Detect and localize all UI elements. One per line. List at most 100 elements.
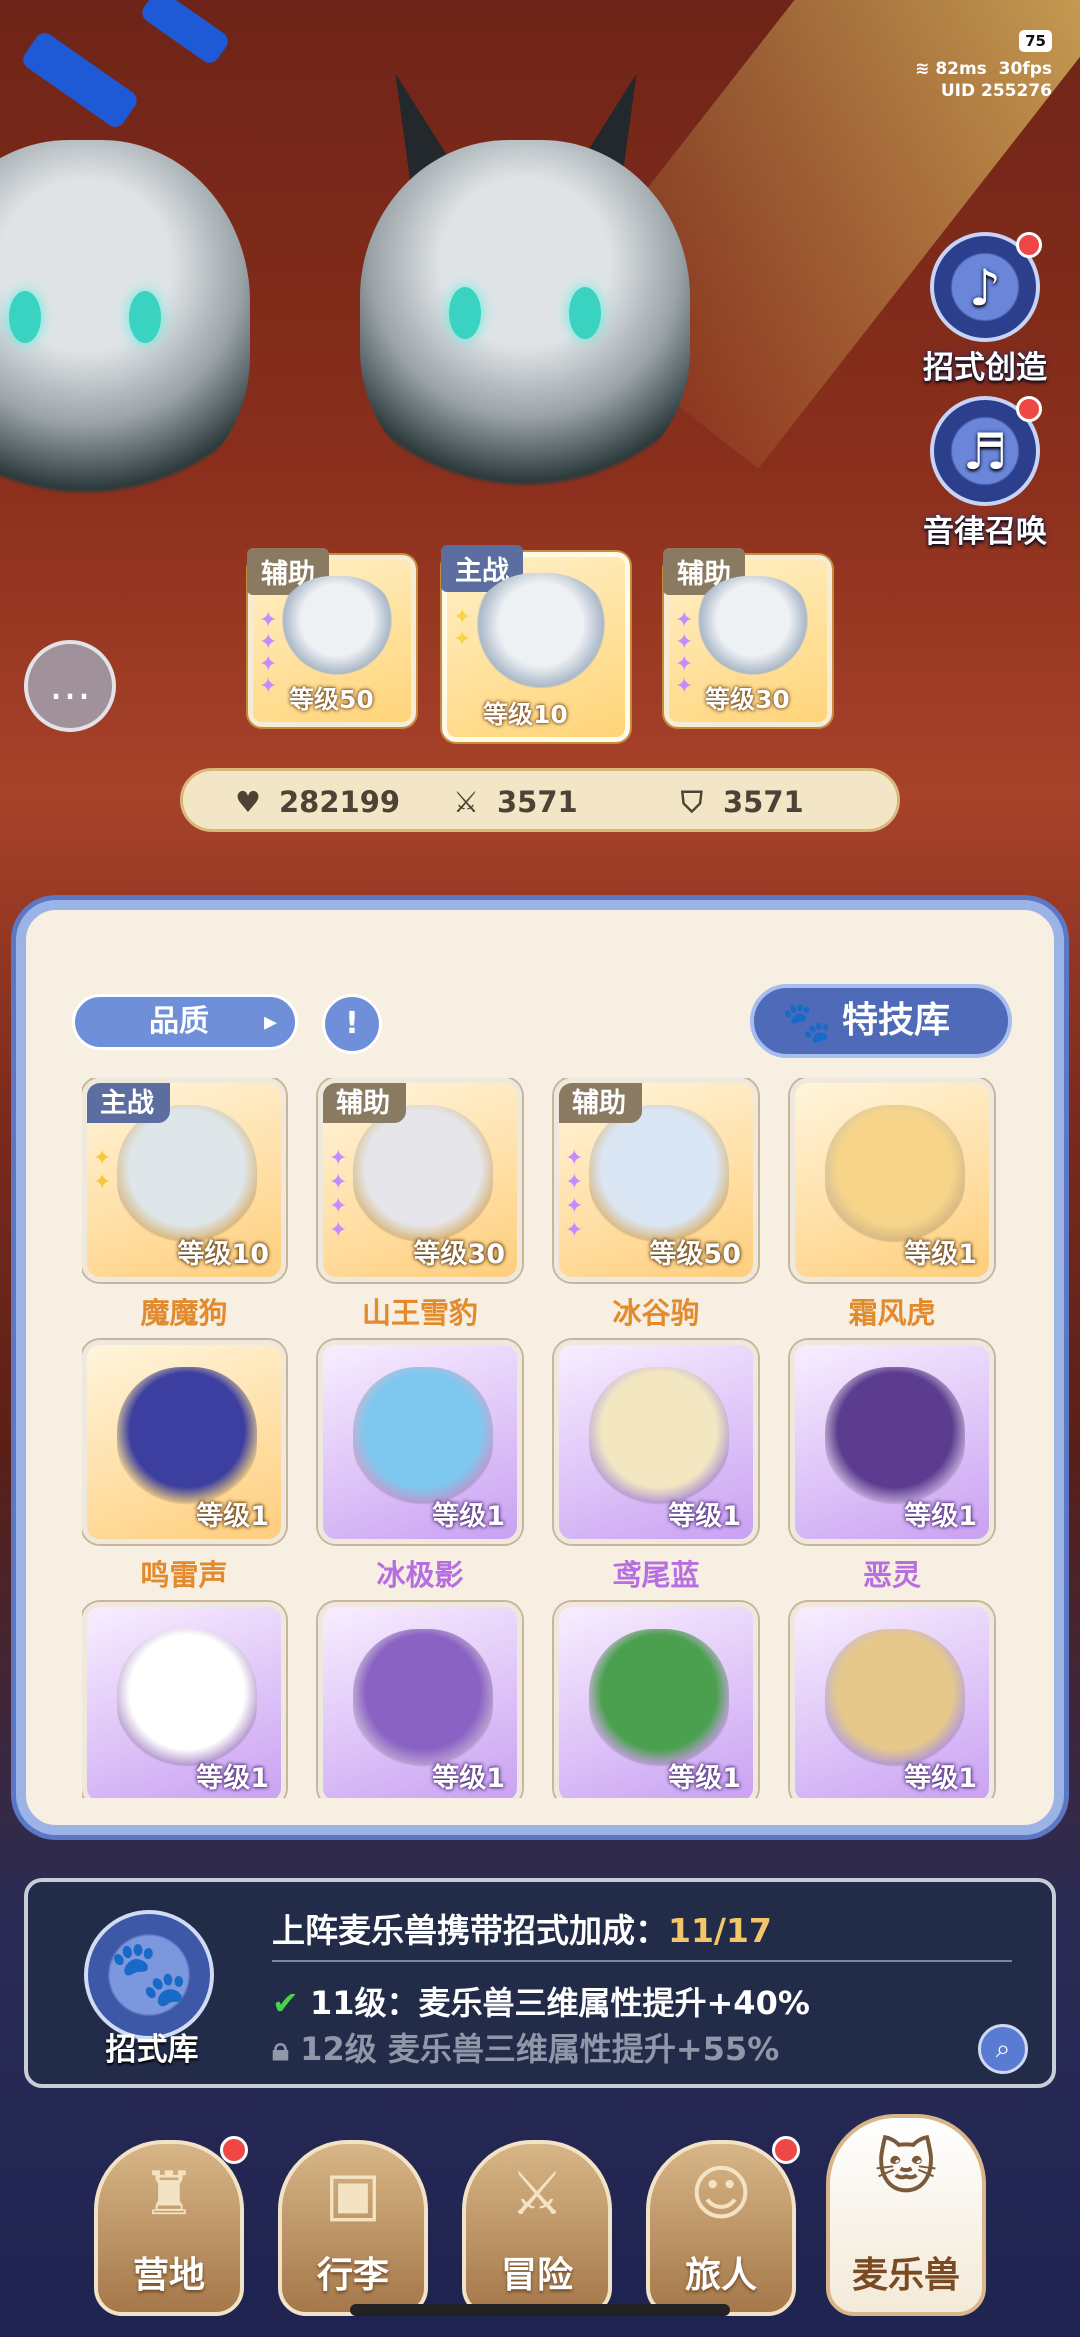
nav-cat[interactable]: 🐱︎ 麦乐兽 [826, 2114, 986, 2316]
rhythm-summon-label: 音律召唤 [923, 514, 1047, 550]
info-button[interactable]: ! [322, 994, 382, 1054]
cat-icon: 🐱︎ [874, 2133, 938, 2203]
check-icon: ✔ [272, 1984, 310, 2022]
move-library-button[interactable]: 🐾 [84, 1910, 214, 2040]
bonus-count: 11/17 [668, 1911, 772, 1950]
pet-card[interactable]: 等级1 [790, 1602, 994, 1798]
dragon-creature-left [0, 140, 250, 500]
crossed-swords-icon: ⚔ [453, 785, 479, 819]
quality-filter-button[interactable]: 品质 ▸ [72, 994, 298, 1050]
pet-portrait [589, 1629, 729, 1769]
chat-button[interactable]: … [24, 640, 116, 732]
notification-dot [220, 2136, 248, 2164]
team-stats-bar: ♥ 282199 ⚔ 3571 ⛉ 3571 [180, 768, 900, 832]
rank-stars: ✦✦✦✦ [259, 608, 278, 699]
pet-name: 魔魔狗 [140, 1296, 228, 1330]
divider [272, 1960, 1012, 1962]
pet-card[interactable]: 辅助 ✦✦✦✦ 等级30 山王雪豹 [318, 1078, 522, 1340]
info-icon: ! [345, 1006, 359, 1041]
nav-crossed-swords[interactable]: ⚔ 冒险 [462, 2140, 612, 2316]
pet-level: 等级1 [196, 1763, 269, 1794]
hp-value: 282199 [279, 785, 401, 819]
team-slot-support-left[interactable]: 辅助 ✦ ✦ ✦ ✦ 等级50 [247, 548, 416, 727]
pet-name: 山王雪豹 [361, 1296, 478, 1330]
pet-card[interactable]: 等级1 霜风虎 [790, 1078, 994, 1340]
lyre-icon: ♬ [962, 423, 1008, 481]
paw-icon: 🐾 [109, 1937, 189, 2011]
move-creation-button[interactable]: ♪ 招式创造 [910, 232, 1060, 387]
pet-portrait-frame: 等级1 [82, 1340, 286, 1544]
bonus-title-text: 上阵麦乐兽携带招式加成： [272, 1911, 668, 1950]
defense-value: 3571 [723, 785, 804, 819]
paw-icon: 🐾 [782, 1000, 832, 1046]
pet-portrait [117, 1367, 257, 1507]
pet-card[interactable]: 等级1 冰极影 [318, 1340, 522, 1602]
pet-level: 等级1 [904, 1501, 977, 1532]
backpack-icon: ▣ [324, 2159, 382, 2229]
pet-card[interactable]: 等级1 [318, 1602, 522, 1798]
pet-level: 等级1 [904, 1763, 977, 1794]
nav-backpack[interactable]: ▣ 行李 [278, 2140, 428, 2316]
rank-stars: ✦✦ [453, 605, 472, 652]
pet-level: 等级1 [668, 1501, 741, 1532]
pet-portrait [825, 1105, 965, 1245]
pet-name: 鸢尾蓝 [612, 1558, 700, 1592]
pet-card[interactable]: 主战 ✦✦ 等级10 魔魔狗 [82, 1078, 286, 1340]
pet-level: 等级1 [432, 1501, 505, 1532]
notification-dot [772, 2136, 800, 2164]
pet-grid: 主战 ✦✦ 等级10 魔魔狗 辅助 ✦✦✦✦ 等级30 山王雪豹 辅助 ✦✦✦✦ 等级50 冰谷驹 等级… [82, 1078, 1002, 1798]
pet-level: 等级30 [413, 1239, 505, 1270]
ping-text: 82ms [935, 59, 987, 79]
pet-card[interactable]: 辅助 ✦✦✦✦ 等级50 冰谷驹 [554, 1078, 758, 1340]
pet-portrait [825, 1629, 965, 1769]
level-label: 等级50 [289, 685, 374, 714]
pet-card[interactable]: 等级1 [82, 1602, 286, 1798]
skill-library-button[interactable]: 🐾 特技库 [750, 984, 1012, 1058]
blue-fin-decoration [19, 29, 141, 131]
dragon-creature-center [360, 140, 690, 490]
creature-portrait [277, 576, 397, 686]
zoom-button[interactable]: ⌕ [978, 2024, 1028, 2074]
pet-level: 等级10 [177, 1239, 269, 1270]
rank-stars: ✦✦✦✦ [675, 608, 694, 699]
pet-role-tag: 辅助 [559, 1083, 642, 1123]
pet-portrait [353, 1629, 493, 1769]
nav-traveler[interactable]: ☺ 旅人 [646, 2136, 800, 2316]
fps-text: 30fps [998, 59, 1052, 79]
bonus-title: 上阵麦乐兽携带招式加成：11/17 [272, 1904, 772, 1952]
home-indicator [350, 2304, 730, 2316]
pet-portrait-frame: 主战 ✦✦ 等级10 [82, 1078, 286, 1282]
pet-portrait-frame: 等级1 [790, 1078, 994, 1282]
rank-stars: ✦✦✦✦ [329, 1146, 348, 1243]
magnifier-icon: ⌕ [995, 2034, 1011, 2064]
nav-castle[interactable]: ♜ 营地 [94, 2136, 248, 2316]
pet-card[interactable]: 等级1 鸣雷声 [82, 1340, 286, 1602]
creature-portrait [471, 573, 611, 701]
creature-portrait [693, 576, 813, 686]
blue-fin-decoration [138, 0, 232, 67]
pet-role-tag: 辅助 [323, 1083, 406, 1123]
attack-value: 3571 [497, 785, 578, 819]
team-slot-main[interactable]: 主战 ✦ ✦ 等级10 [441, 545, 630, 742]
pet-name: 冰极影 [376, 1558, 464, 1592]
bonus-row-locked-text: 12级 麦乐兽三维属性提升+55% [300, 2030, 780, 2068]
notification-dot [1016, 396, 1042, 422]
heart-icon: ♥ [235, 785, 261, 819]
pet-card[interactable]: 等级1 恶灵 [790, 1340, 994, 1602]
wifi-icon: ≋ [915, 59, 936, 79]
pet-name: 霜风虎 [848, 1296, 936, 1330]
rhythm-summon-button[interactable]: ♬ 音律召唤 [910, 396, 1060, 551]
pet-portrait-frame: 辅助 ✦✦✦✦ 等级30 [318, 1078, 522, 1282]
pet-portrait-frame: 等级1 [790, 1602, 994, 1798]
lock-icon: 🔒︎ [272, 2030, 301, 2068]
pet-portrait-frame: 辅助 ✦✦✦✦ 等级50 [554, 1078, 758, 1282]
pet-name: 恶灵 [862, 1558, 921, 1592]
bonus-row-locked: 🔒︎ 12级 麦乐兽三维属性提升+55% [272, 2024, 779, 2070]
move-library-label: 招式库 [105, 2032, 199, 2068]
pet-card[interactable]: 等级1 鸢尾蓝 [554, 1340, 758, 1602]
rank-stars: ✦✦✦✦ [565, 1146, 584, 1243]
team-slot-support-right[interactable]: 辅助 ✦ ✦ ✦ ✦ 等级30 [663, 548, 832, 727]
pet-level: 等级50 [649, 1239, 741, 1270]
nav-label: 旅人 [684, 2255, 757, 2296]
pet-card[interactable]: 等级1 [554, 1602, 758, 1798]
